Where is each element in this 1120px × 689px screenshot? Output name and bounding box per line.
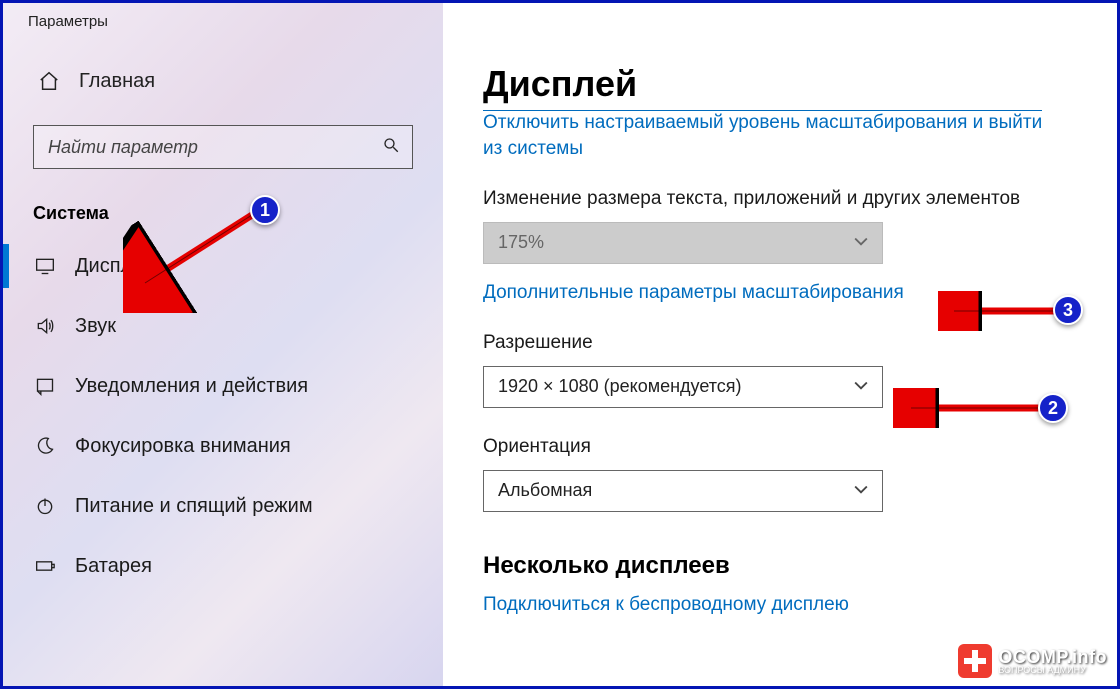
sidebar-item-label: Фокусировка внимания [75,435,291,458]
exit-custom-scaling-link-2[interactable]: из системы [483,138,583,159]
resolution-select[interactable]: 1920 × 1080 (рекомендуется) [483,366,883,408]
scale-label: Изменение размера текста, приложений и д… [483,188,1117,210]
chevron-down-icon [854,484,868,498]
watermark-logo: OCOMP.info ВОПРОСЫ АДМИНУ [954,642,1111,680]
power-icon [33,494,57,518]
sidebar-item-display[interactable]: Дисплей [3,236,443,296]
annotation-marker-3: 3 [1053,295,1083,325]
search-input-wrap[interactable] [33,125,413,169]
sidebar-item-label: Батарея [75,555,152,578]
section-header-system: Система [3,169,443,236]
annotation-marker-2: 2 [1038,393,1068,423]
orientation-value: Альбомная [498,480,592,501]
sidebar-item-label: Дисплей [75,255,155,278]
sidebar-item-sound[interactable]: Звук [3,296,443,356]
sidebar: Параметры Главная Система Дисплей Звук [3,3,443,686]
page-title: Дисплей [483,63,1117,105]
sound-icon [33,314,57,338]
sidebar-item-label: Питание и спящий режим [75,495,313,518]
sidebar-item-notifications[interactable]: Уведомления и действия [3,356,443,416]
resolution-value: 1920 × 1080 (рекомендуется) [498,376,742,397]
search-input[interactable] [46,136,382,159]
home-icon [37,69,61,93]
orientation-label: Ориентация [483,436,1117,458]
sidebar-item-label: Звук [75,315,116,338]
multi-display-header: Несколько дисплеев [483,552,1117,580]
sidebar-item-label: Уведомления и действия [75,375,308,398]
plus-icon [958,644,992,678]
wireless-display-link[interactable]: Подключиться к беспроводному дисплею [483,594,849,616]
window-title: Параметры [3,3,443,43]
content-panel: Дисплей Отключить настраиваемый уровень … [443,3,1117,686]
resolution-label: Разрешение [483,332,1117,354]
sidebar-item-battery[interactable]: Батарея [3,536,443,596]
chevron-down-icon [854,380,868,394]
scale-value: 175% [498,232,544,253]
scale-select[interactable]: 175% [483,222,883,264]
sidebar-item-focus[interactable]: Фокусировка внимания [3,416,443,476]
advanced-scaling-link[interactable]: Дополнительные параметры масштабирования [483,282,904,304]
home-label: Главная [79,70,155,93]
annotation-marker-1: 1 [250,195,280,225]
settings-window: Параметры Главная Система Дисплей Звук [0,0,1120,689]
sidebar-item-power[interactable]: Питание и спящий режим [3,476,443,536]
chevron-down-icon [854,236,868,250]
battery-icon [33,554,57,578]
search-icon [382,136,400,159]
display-icon [33,254,57,278]
focus-icon [33,434,57,458]
home-nav[interactable]: Главная [3,43,443,111]
exit-custom-scaling-link[interactable]: Отключить настраиваемый уровень масштаби… [483,110,1042,133]
orientation-select[interactable]: Альбомная [483,470,883,512]
notifications-icon [33,374,57,398]
